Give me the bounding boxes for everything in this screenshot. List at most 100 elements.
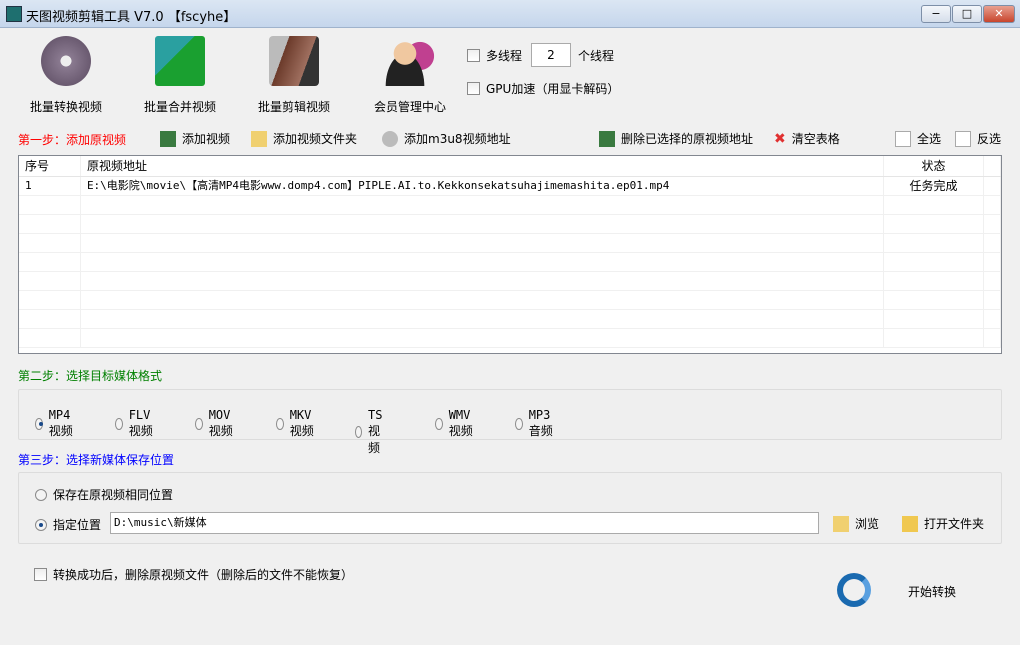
minimize-button[interactable]: − [921,5,951,23]
radio-label: FLV视频 [128,408,153,438]
browse-button[interactable]: 浏览 [833,515,879,532]
member-center-button[interactable]: 会员管理中心 [360,36,460,115]
delete-selected-button[interactable]: 删除已选择的原视频地址 [599,130,753,147]
cell-path: E:\电影院\movie\【高清MP4电影www.domp4.com】PIPLE… [81,177,885,195]
button-label: 添加视频文件夹 [273,132,358,146]
select-all-button[interactable]: 全选 [895,130,941,147]
format-radio[interactable]: FLV视频 [115,408,155,439]
maximize-button[interactable]: □ [952,5,982,23]
empty-cell [81,310,885,328]
empty-cell [984,291,1001,309]
add-video-button[interactable]: 添加视频 [160,130,230,147]
app-icon [6,6,22,22]
empty-cell [81,291,885,309]
empty-row [19,196,1001,215]
button-label: 删除已选择的原视频地址 [621,132,754,146]
invert-selection-button[interactable]: 反选 [955,130,1001,147]
radio[interactable] [35,518,47,531]
step3-label: 第三步：选择新媒体保存位置 [18,453,175,467]
empty-row [19,272,1001,291]
tool-label: 批量剪辑视频 [257,100,330,114]
radio[interactable] [435,417,443,430]
radio[interactable] [195,417,203,430]
format-radio[interactable]: MKV视频 [276,408,316,439]
tool-label: 会员管理中心 [373,100,446,114]
film-reel-icon [41,36,91,86]
webcam-add-icon [382,130,398,147]
empty-cell [884,272,984,290]
empty-row [19,253,1001,272]
refresh-icon[interactable] [837,573,871,607]
radio-label: MP4视频 [48,408,73,438]
header-status[interactable]: 状态 [884,156,984,176]
delete-after-checkbox[interactable] [34,568,47,581]
button-label: 浏览 [855,517,880,531]
radio-label: MP3音频 [528,408,553,438]
same-location-radio[interactable]: 保存在原视频相同位置 [35,486,173,503]
add-folder-button[interactable]: 添加视频文件夹 [251,130,357,147]
button-label: 添加m3u8视频地址 [404,132,511,146]
empty-cell [19,291,81,309]
empty-cell [19,215,81,233]
empty-cell [81,253,885,271]
save-path-input[interactable]: D:\music\新媒体 [110,512,819,534]
users-icon [385,36,435,86]
empty-cell [884,329,984,347]
cell-filler [984,177,1001,195]
radio[interactable] [355,426,363,438]
tool-label: 批量转换视频 [29,100,102,114]
empty-cell [81,272,885,290]
format-radio[interactable]: TS视频 [355,408,387,456]
radio-label: TS视频 [368,408,383,455]
table-row[interactable]: 1 E:\电影院\movie\【高清MP4电影www.domp4.com】PIP… [19,177,1001,196]
radio[interactable] [515,417,523,430]
empty-cell [884,291,984,309]
empty-cell [19,253,81,271]
step1-label: 第一步：添加原视频 [18,133,127,147]
multithread-label: 多线程 [486,49,523,63]
add-m3u8-button[interactable]: 添加m3u8视频地址 [382,130,511,147]
film-delete-icon [599,130,615,147]
empty-row [19,329,1001,348]
tool-label: 批量合并视频 [143,100,216,114]
radio[interactable] [276,417,284,430]
radio[interactable] [115,417,123,430]
empty-cell [884,253,984,271]
format-radio[interactable]: MP4视频 [35,408,75,439]
empty-row [19,234,1001,253]
specify-location-radio[interactable]: 指定位置 [35,516,101,533]
empty-row [19,291,1001,310]
multithread-checkbox[interactable] [467,49,480,62]
batch-edit-button[interactable]: 批量剪辑视频 [244,36,344,115]
thread-count-input[interactable]: 2 [531,43,571,67]
format-radio[interactable]: MOV视频 [195,408,235,439]
empty-cell [19,329,81,347]
start-button[interactable]: 开始转换 [908,583,956,600]
table-header: 序号 原视频地址 状态 [19,156,1001,177]
folder-icon [902,515,918,532]
button-label: 打开文件夹 [924,517,985,531]
window-title: 天图视频剪辑工具 V7.0 【fscyhe】 [26,10,237,25]
document-icon [955,130,971,147]
radio[interactable] [35,417,43,430]
empty-cell [19,234,81,252]
video-table: 序号 原视频地址 状态 1 E:\电影院\movie\【高清MP4电影www.d… [18,155,1002,354]
format-radio[interactable]: WMV视频 [435,408,475,439]
button-label: 反选 [977,132,1002,146]
radio-label: WMV视频 [448,408,473,438]
gpu-checkbox[interactable] [467,82,480,95]
header-path[interactable]: 原视频地址 [81,156,885,176]
format-radio[interactable]: MP3音频 [515,408,555,439]
empty-cell [884,310,984,328]
batch-convert-button[interactable]: 批量转换视频 [16,36,116,115]
header-index[interactable]: 序号 [19,156,81,176]
open-folder-button[interactable]: 打开文件夹 [902,515,984,532]
empty-cell [81,234,885,252]
radio[interactable] [35,488,47,501]
cell-status: 任务完成 [884,177,984,195]
close-button[interactable]: ✕ [983,5,1015,23]
batch-merge-button[interactable]: 批量合并视频 [130,36,230,115]
clear-table-button[interactable]: ✖ 清空表格 [774,130,840,147]
empty-cell [984,272,1001,290]
empty-row [19,310,1001,329]
